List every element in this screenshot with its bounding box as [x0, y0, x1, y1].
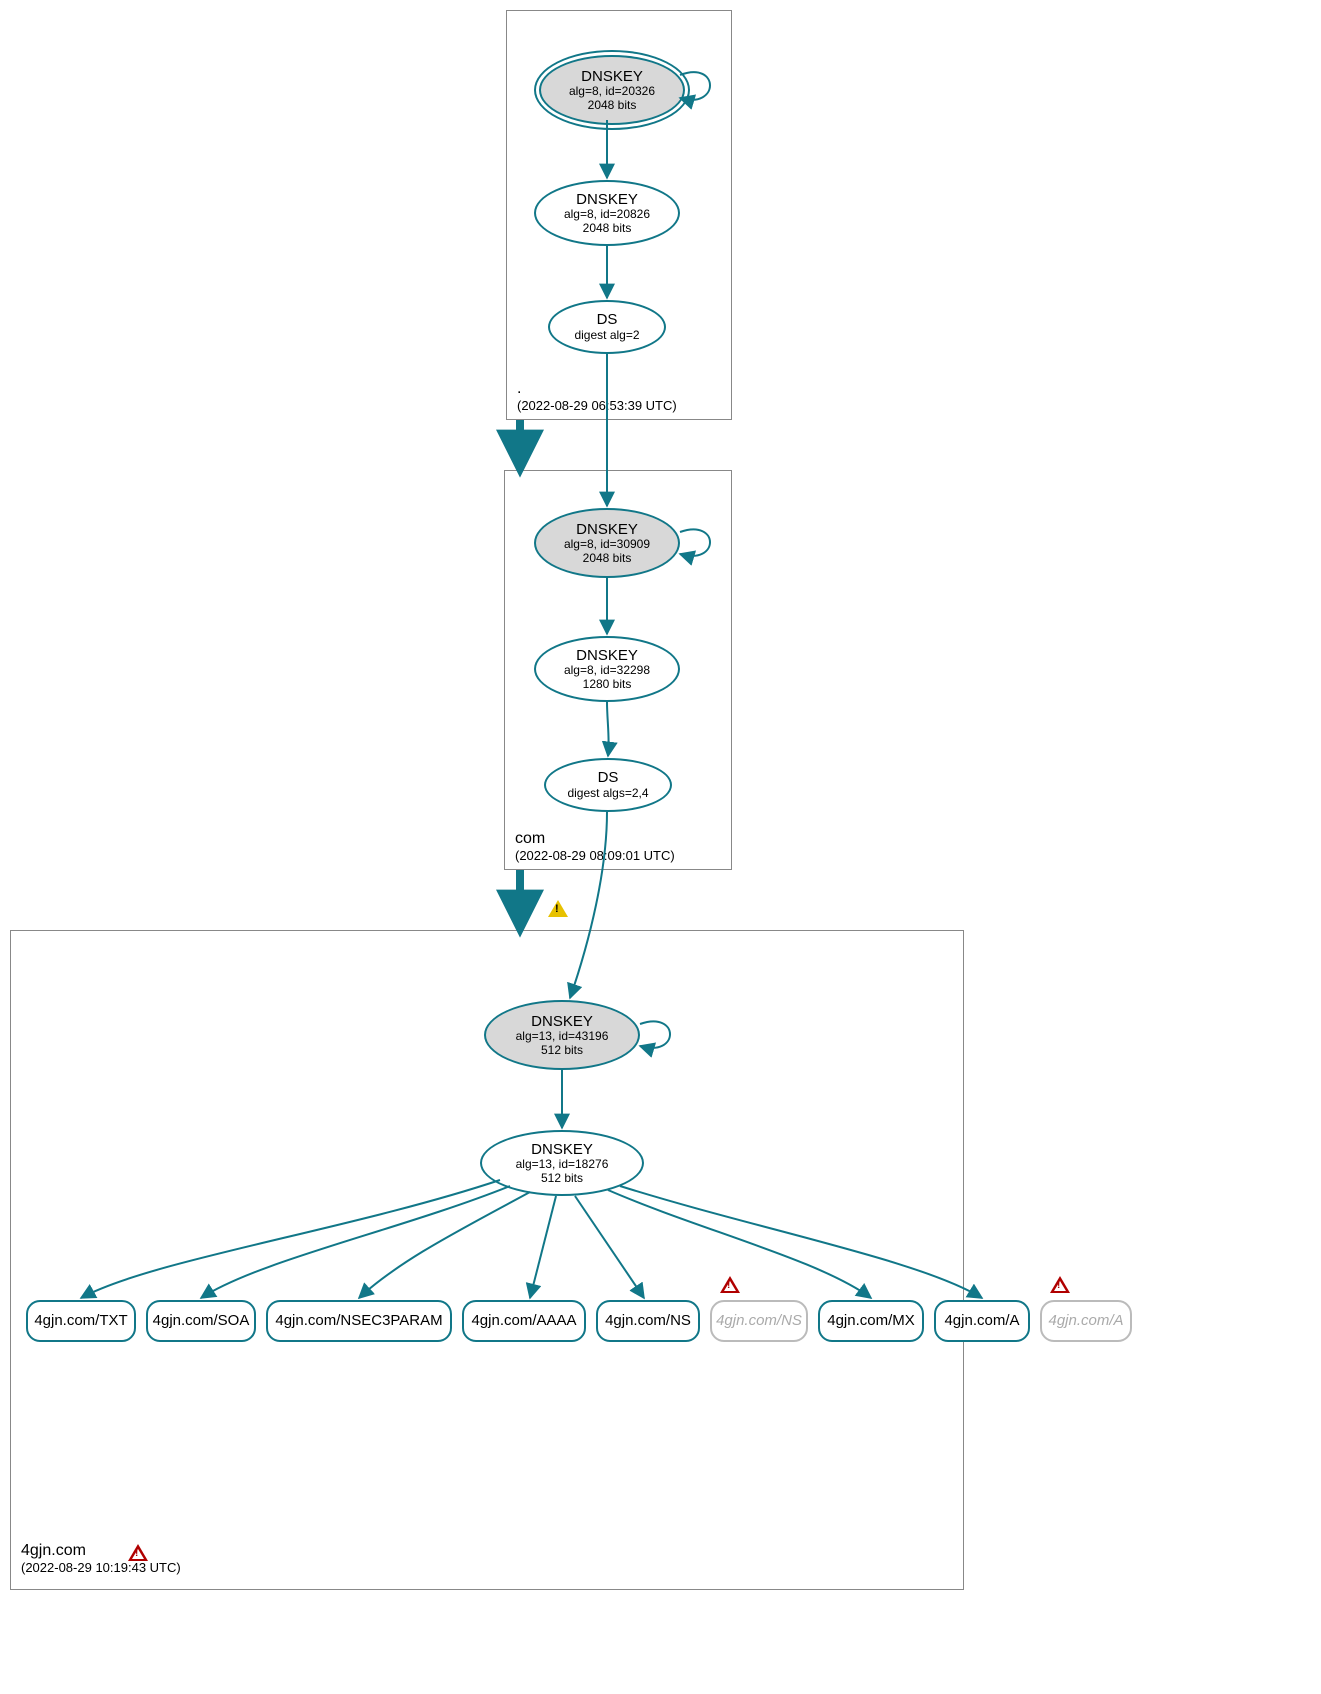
node-title: DS: [598, 769, 619, 786]
node-sub2: 512 bits: [541, 1044, 583, 1058]
zone-leaf-name: 4gjn.com: [21, 1542, 181, 1560]
node-sub1: digest alg=2: [574, 329, 639, 343]
node-sub1: alg=8, id=32298: [564, 664, 650, 678]
node-sub2: 2048 bits: [583, 222, 632, 236]
node-sub1: digest algs=2,4: [567, 787, 648, 801]
node-sub1: alg=8, id=20826: [564, 208, 650, 222]
rrset-a-extra[interactable]: 4gjn.com/A: [1040, 1300, 1132, 1342]
node-sub2: 2048 bits: [583, 552, 632, 566]
node-title: DNSKEY: [576, 191, 638, 208]
node-sub2: 2048 bits: [588, 99, 637, 113]
node-title: DNSKEY: [576, 647, 638, 664]
com-ds[interactable]: DS digest algs=2,4: [544, 758, 672, 812]
root-ksk-dnskey[interactable]: DNSKEY alg=8, id=20326 2048 bits: [539, 55, 685, 125]
node-title: DNSKEY: [576, 521, 638, 538]
leaf-ksk-dnskey[interactable]: DNSKEY alg=13, id=43196 512 bits: [484, 1000, 640, 1070]
error-icon[interactable]: [128, 1544, 148, 1561]
com-ksk-dnskey[interactable]: DNSKEY alg=8, id=30909 2048 bits: [534, 508, 680, 578]
zone-root-timestamp: (2022-08-29 06:53:39 UTC): [517, 398, 677, 413]
node-title: DNSKEY: [581, 68, 643, 85]
zone-com-name: com: [515, 830, 675, 848]
node-title: DNSKEY: [531, 1013, 593, 1030]
rrset-txt[interactable]: 4gjn.com/TXT: [26, 1300, 136, 1342]
node-sub1: alg=8, id=30909: [564, 538, 650, 552]
leaf-zsk-dnskey[interactable]: DNSKEY alg=13, id=18276 512 bits: [480, 1130, 644, 1196]
rrset-ns-extra[interactable]: 4gjn.com/NS: [710, 1300, 808, 1342]
zone-root-name: .: [517, 380, 677, 398]
root-ds[interactable]: DS digest alg=2: [548, 300, 666, 354]
node-sub1: alg=13, id=43196: [516, 1030, 609, 1044]
rrset-soa[interactable]: 4gjn.com/SOA: [146, 1300, 256, 1342]
node-sub2: 1280 bits: [583, 678, 632, 692]
rrset-mx[interactable]: 4gjn.com/MX: [818, 1300, 924, 1342]
warning-icon[interactable]: [548, 900, 568, 917]
node-title: DS: [597, 311, 618, 328]
rrset-aaaa[interactable]: 4gjn.com/AAAA: [462, 1300, 586, 1342]
error-icon[interactable]: [1050, 1276, 1070, 1293]
node-title: DNSKEY: [531, 1141, 593, 1158]
rrset-nsec3param[interactable]: 4gjn.com/NSEC3PARAM: [266, 1300, 452, 1342]
root-zsk-dnskey[interactable]: DNSKEY alg=8, id=20826 2048 bits: [534, 180, 680, 246]
node-sub1: alg=13, id=18276: [516, 1158, 609, 1172]
rrset-a[interactable]: 4gjn.com/A: [934, 1300, 1030, 1342]
com-zsk-dnskey[interactable]: DNSKEY alg=8, id=32298 1280 bits: [534, 636, 680, 702]
rrset-ns[interactable]: 4gjn.com/NS: [596, 1300, 700, 1342]
zone-com-timestamp: (2022-08-29 08:09:01 UTC): [515, 848, 675, 863]
node-sub1: alg=8, id=20326: [569, 85, 655, 99]
node-sub2: 512 bits: [541, 1172, 583, 1186]
zone-leaf-timestamp: (2022-08-29 10:19:43 UTC): [21, 1560, 181, 1575]
error-icon[interactable]: [720, 1276, 740, 1293]
